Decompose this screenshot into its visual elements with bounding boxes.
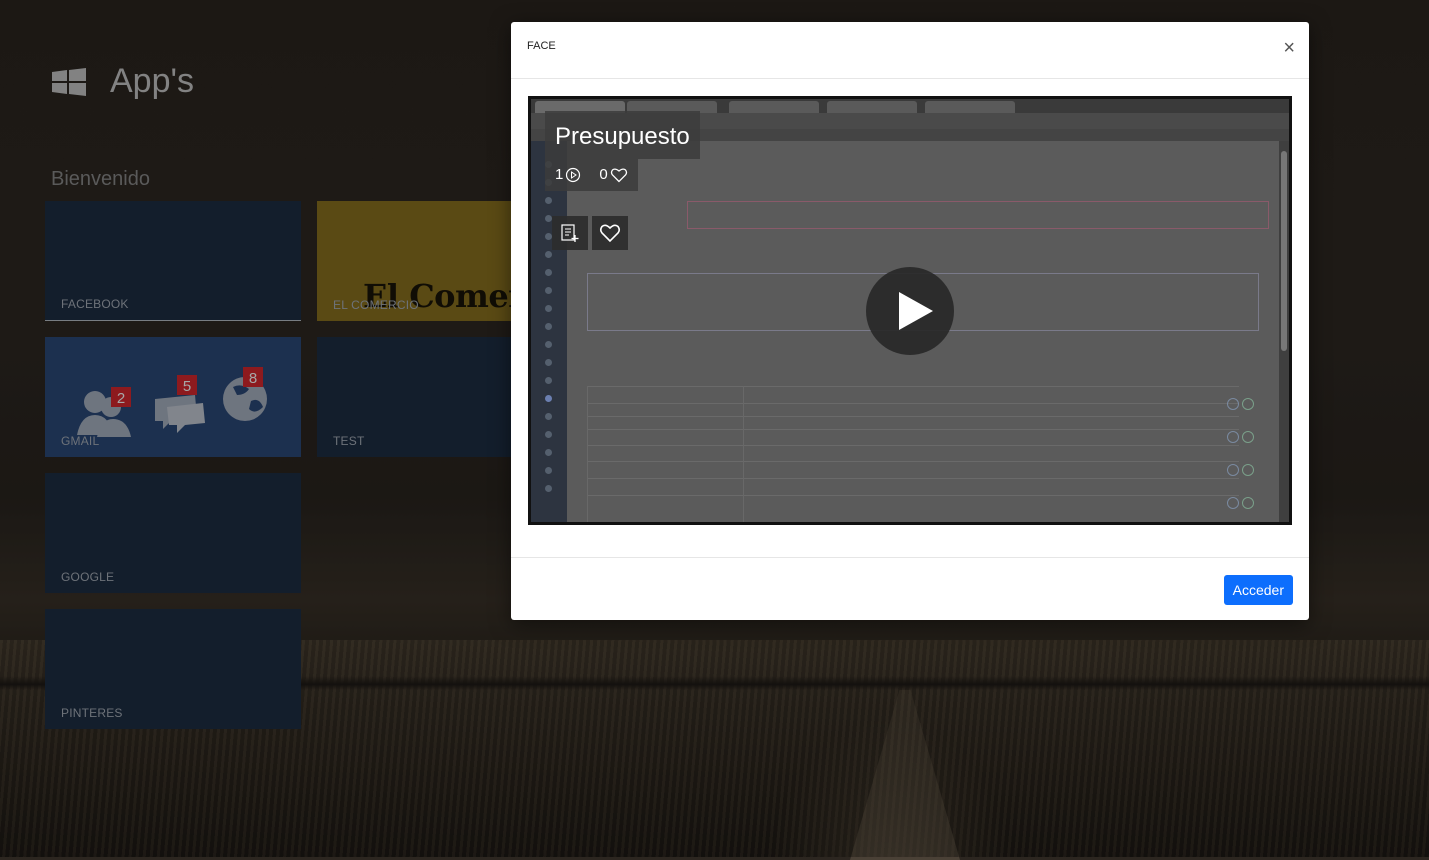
modal-header: FACE × <box>511 22 1309 79</box>
video-stats: 1 0 <box>545 159 638 191</box>
video-player[interactable]: Presupuesto 1 0 <box>528 96 1292 525</box>
video-title: Presupuesto <box>545 111 700 159</box>
play-circle-icon <box>566 167 581 183</box>
thumbnail-sidebar <box>531 141 567 522</box>
close-icon[interactable]: × <box>1283 38 1295 58</box>
add-to-playlist-button[interactable] <box>552 216 588 250</box>
modal-footer: Acceder <box>511 557 1309 620</box>
acceder-button[interactable]: Acceder <box>1223 575 1293 605</box>
heart-icon <box>610 168 627 183</box>
play-icon <box>899 292 933 330</box>
views-count: 1 <box>555 166 564 183</box>
thumbnail-scrollbar <box>1279 141 1289 522</box>
heart-icon <box>599 224 621 243</box>
play-button[interactable] <box>866 267 954 355</box>
like-button[interactable] <box>592 216 628 250</box>
modal-title: FACE <box>527 40 556 52</box>
playlist-add-icon <box>561 224 579 242</box>
app-modal: FACE × Presupuesto 1 0 Acceder <box>511 22 1309 620</box>
likes-count: 0 <box>599 166 608 183</box>
